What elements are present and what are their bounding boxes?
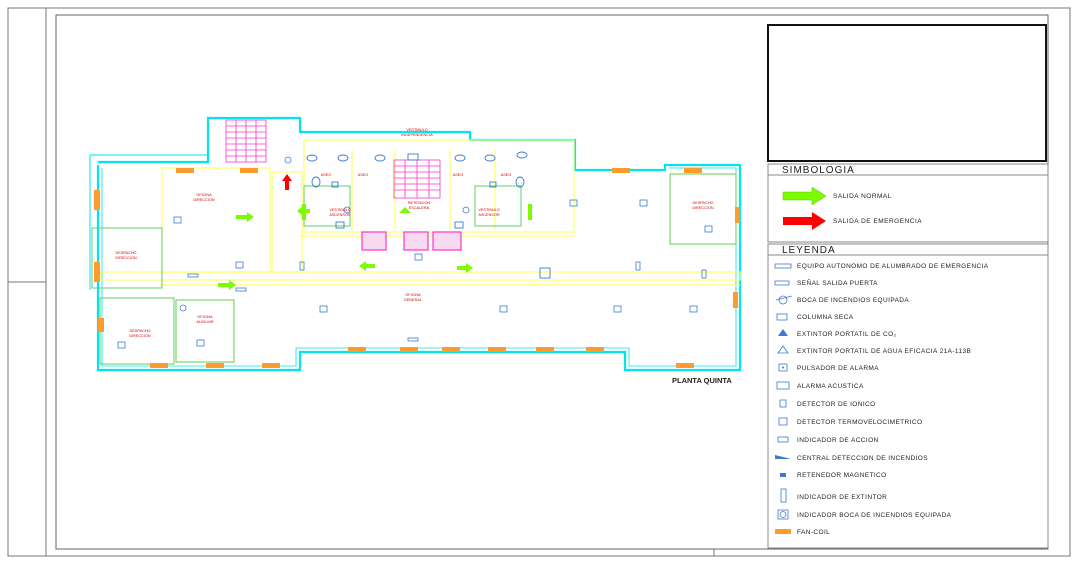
stair-top	[225, 119, 267, 163]
legend-item-label: RETENEDOR MAGNETICO	[797, 472, 887, 479]
svg-text:DIRECCION: DIRECCION	[193, 198, 215, 202]
svg-text:INDEPENDENCIA: INDEPENDENCIA	[401, 133, 433, 137]
legend-item-label: COLUMNA SECA	[797, 314, 854, 321]
svg-text:ASEO: ASEO	[321, 173, 332, 177]
simbologia-item-normal: SALIDA NORMAL	[833, 193, 892, 200]
drawing-sheet: SIMBOLOGIA SALIDA NORMAL SALIDA DE EMERG…	[7, 7, 1071, 557]
emergency-exit-arrow	[282, 174, 292, 190]
hose-sign-icon	[777, 509, 789, 520]
dry-column-icon	[776, 313, 788, 321]
sheet-border	[7, 7, 1071, 557]
siren-icon	[776, 381, 790, 390]
co2-extinguisher-icon	[778, 329, 788, 336]
ionic-detector-icon	[779, 399, 787, 408]
red-arrow-icon	[783, 212, 826, 230]
legend-item-label: INDICADOR DE EXTINTOR	[797, 494, 887, 501]
plan-title: PLANTA QUINTA	[672, 376, 732, 385]
svg-text:DIRECCION: DIRECCION	[129, 334, 151, 338]
fire-hose-icon	[775, 295, 793, 305]
legend-item-label: INDICADOR BOCA DE INCENDIOS EQUIPADA	[797, 512, 952, 519]
svg-text:AUXILIAR: AUXILIAR	[196, 320, 214, 324]
heat-detector-icon	[778, 417, 788, 426]
simbologia-panel: SIMBOLOGIA SALIDA NORMAL SALIDA DE EMERG…	[767, 163, 1049, 243]
legend-item-label: DETECTOR TERMOVELOCIMETRICO	[797, 419, 922, 426]
legend-item-label: INDICADOR DE ACCION	[797, 437, 879, 444]
legend-item-label: BOCA DE INCENDIOS EQUIPADA	[797, 297, 909, 304]
room-label-core-left: VESTIBULO	[329, 208, 350, 212]
room-label-top: VESTIBULO	[406, 128, 427, 132]
legend-item-label: DETECTOR DE IONICO	[797, 401, 876, 408]
alarm-button-icon	[778, 363, 788, 372]
magnetic-holder-icon	[780, 473, 786, 477]
svg-text:DIRECCION: DIRECCION	[115, 256, 137, 260]
room-label-dispatch-right: DESPACHO	[692, 201, 713, 205]
floor-plan: OFICINA DIRECCION OFICINA GENERAL DESPAC…	[89, 116, 742, 385]
svg-text:ASCENSOR: ASCENSOR	[329, 213, 351, 217]
room-label-core-right: VESTIBULO	[478, 208, 499, 212]
fan-coil-icon	[775, 529, 791, 534]
room-label-office-lower-mid: OFICINA	[197, 315, 213, 319]
elevators	[361, 231, 462, 251]
legend-item-label: PULSADOR DE ALARMA	[797, 365, 879, 372]
room-label-office-left: OFICINA	[196, 193, 212, 197]
title-block	[767, 24, 1047, 162]
water-extinguisher-icon	[777, 345, 789, 354]
svg-text:ASCENSOR: ASCENSOR	[478, 213, 500, 217]
simbologia-header: SIMBOLOGIA	[782, 165, 855, 176]
emergency-light-icon	[774, 263, 792, 269]
svg-text:ASEO: ASEO	[501, 173, 512, 177]
svg-text:GENERAL: GENERAL	[404, 298, 422, 302]
room-label-office-mid-left: DESPACHO	[115, 251, 136, 255]
stair-center	[393, 159, 441, 199]
fire-panel-icon	[775, 455, 791, 459]
legend-rows: EQUIPO AUTONOMO DE ALUMBRADO DE EMERGENC…	[774, 263, 989, 536]
room-label-retention: RETENCION	[408, 201, 431, 205]
room-label-office-lower-left: DESPACHO	[129, 329, 150, 333]
extinguisher-sign-icon	[780, 488, 787, 503]
legend-item-label: FAN-COIL	[797, 529, 830, 536]
simbologia-item-emergency: SALIDA DE EMERGENCIA	[833, 218, 922, 225]
drawing-area-border	[55, 14, 1049, 550]
legend-item-label: CENTRAL DETECCION DE INCENDIOS	[797, 455, 928, 462]
svg-text:DIRECCION: DIRECCION	[692, 206, 714, 210]
svg-text:ASEO: ASEO	[453, 173, 464, 177]
legend-item-label: SEÑAL SALIDA PUERTA	[797, 278, 878, 287]
legend-item-label: EXTINTOR PORTATIL DE CO₂	[797, 331, 897, 338]
legend-item-label: EQUIPO AUTONOMO DE ALUMBRADO DE EMERGENC…	[797, 263, 989, 270]
exit-sign-icon	[774, 280, 790, 286]
svg-text:ASEO: ASEO	[358, 173, 369, 177]
leyenda-panel: LEYENDA EQUIPO AUTONOMO DE ALUMBRADO DE …	[767, 243, 1049, 549]
green-arrow-icon	[782, 186, 827, 206]
legend-item-label: ALARMA ACUSTICA	[797, 383, 864, 390]
svg-text:ESCALERA: ESCALERA	[409, 206, 430, 210]
legend-item-label: EXTINTOR PORTATIL DE AGUA EFICACIA 21A-1…	[797, 348, 971, 355]
leyenda-header: LEYENDA	[782, 245, 836, 256]
room-label-corridor: OFICINA	[405, 293, 421, 297]
action-indicator-icon	[777, 436, 789, 443]
